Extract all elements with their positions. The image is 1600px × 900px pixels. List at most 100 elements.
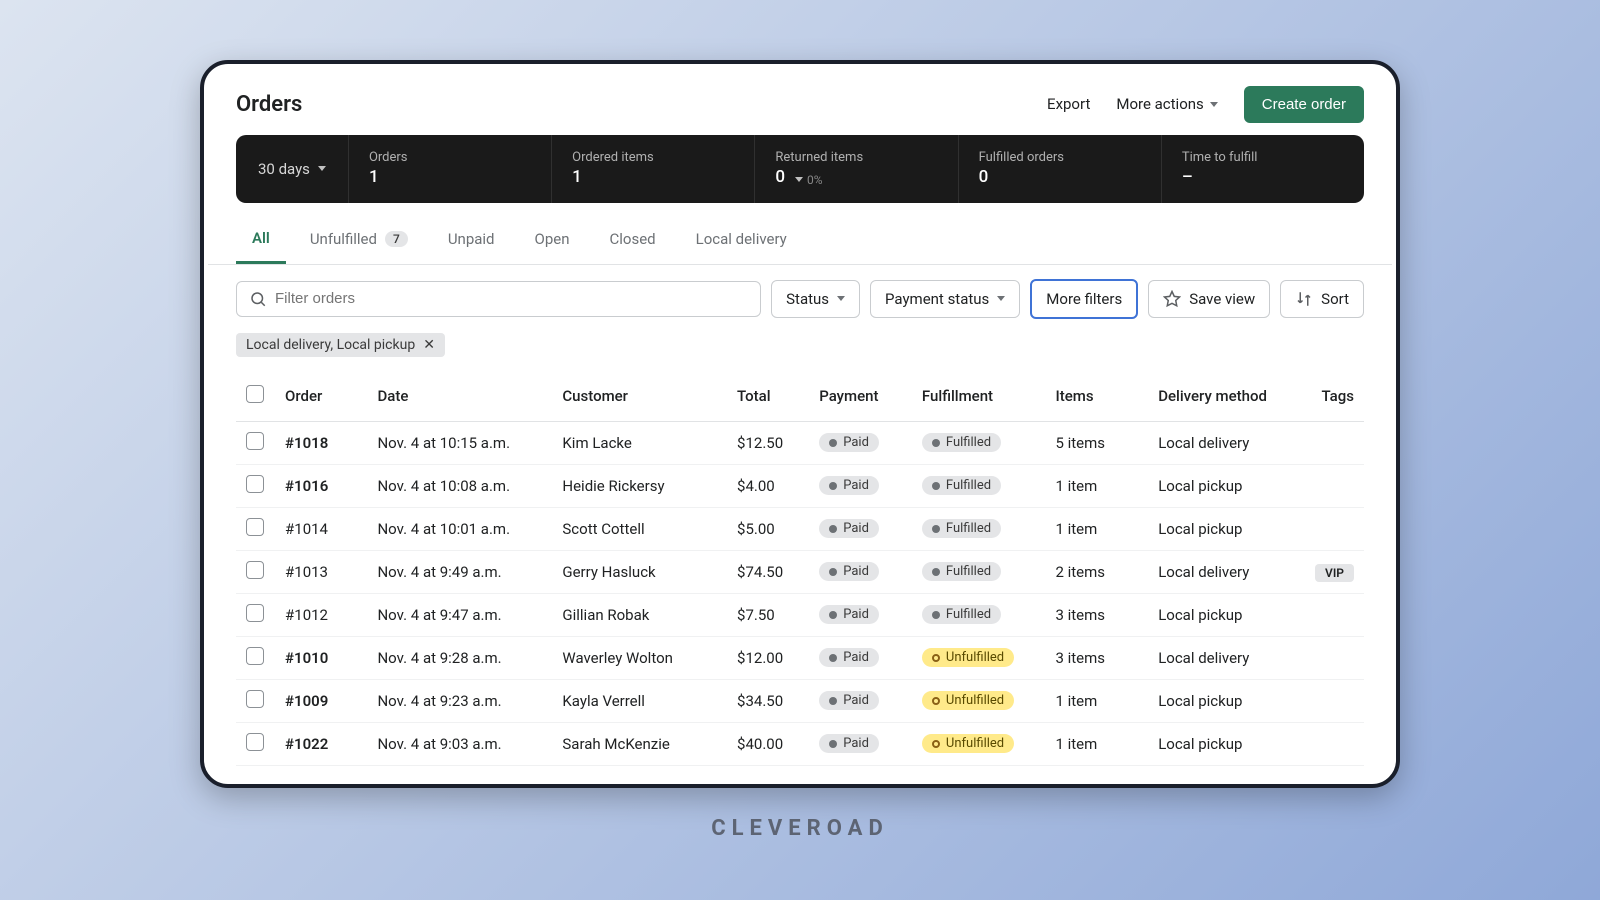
col-customer[interactable]: Customer bbox=[552, 373, 727, 422]
stat-cell[interactable]: Ordered items 1 bbox=[552, 135, 755, 203]
sort-button[interactable]: Sort bbox=[1280, 280, 1364, 318]
cell-customer: Scott Cottell bbox=[552, 507, 727, 550]
fulfillment-pill: Fulfilled bbox=[922, 433, 1001, 452]
row-checkbox[interactable] bbox=[246, 475, 264, 493]
stat-label: Orders bbox=[369, 150, 531, 165]
cell-order: #1022 bbox=[275, 722, 367, 765]
table-row[interactable]: #1010 Nov. 4 at 9:28 a.m. Waverley Wolto… bbox=[236, 636, 1364, 679]
select-all-checkbox[interactable] bbox=[246, 385, 264, 403]
stat-label: Ordered items bbox=[572, 150, 734, 165]
cell-total: $40.00 bbox=[727, 722, 809, 765]
create-order-button[interactable]: Create order bbox=[1244, 86, 1364, 123]
tab-unpaid[interactable]: Unpaid bbox=[432, 217, 511, 264]
more-filters-button[interactable]: More filters bbox=[1030, 279, 1138, 319]
cell-delivery: Local delivery bbox=[1148, 550, 1302, 593]
sort-icon bbox=[1295, 290, 1313, 308]
row-checkbox[interactable] bbox=[246, 690, 264, 708]
cell-date: Nov. 4 at 9:23 a.m. bbox=[367, 679, 552, 722]
cell-delivery: Local pickup bbox=[1148, 722, 1302, 765]
row-checkbox[interactable] bbox=[246, 518, 264, 536]
status-dot-icon bbox=[932, 525, 940, 533]
chevron-down-icon bbox=[318, 166, 326, 171]
orders-table: Order Date Customer Total Payment Fulfil… bbox=[236, 373, 1364, 766]
payment-pill: Paid bbox=[819, 562, 879, 581]
filter-chip[interactable]: Local delivery, Local pickup ✕ bbox=[236, 333, 445, 357]
period-selector[interactable]: 30 days bbox=[236, 135, 349, 203]
save-view-button[interactable]: Save view bbox=[1148, 280, 1270, 318]
tab-all[interactable]: All bbox=[236, 217, 286, 264]
col-date[interactable]: Date bbox=[367, 373, 552, 422]
tab-closed[interactable]: Closed bbox=[594, 217, 672, 264]
row-checkbox[interactable] bbox=[246, 561, 264, 579]
cell-delivery: Local pickup bbox=[1148, 679, 1302, 722]
col-tags[interactable]: Tags bbox=[1302, 373, 1364, 422]
status-dot-icon bbox=[932, 482, 940, 490]
col-total[interactable]: Total bbox=[727, 373, 809, 422]
payment-pill: Paid bbox=[819, 691, 879, 710]
status-dot-icon bbox=[829, 439, 837, 447]
stat-value: – bbox=[1182, 167, 1193, 187]
search-input[interactable] bbox=[275, 290, 748, 307]
star-icon bbox=[1163, 290, 1181, 308]
stat-label: Fulfilled orders bbox=[979, 150, 1141, 165]
stat-value: 1 bbox=[572, 167, 582, 187]
search-input-wrap[interactable] bbox=[236, 281, 761, 317]
stat-cell[interactable]: Returned items 00% bbox=[755, 135, 958, 203]
row-checkbox[interactable] bbox=[246, 647, 264, 665]
cell-date: Nov. 4 at 9:28 a.m. bbox=[367, 636, 552, 679]
row-checkbox[interactable] bbox=[246, 604, 264, 622]
tab-open[interactable]: Open bbox=[519, 217, 586, 264]
status-dot-icon bbox=[932, 611, 940, 619]
table-row[interactable]: #1022 Nov. 4 at 9:03 a.m. Sarah McKenzie… bbox=[236, 722, 1364, 765]
row-checkbox[interactable] bbox=[246, 432, 264, 450]
row-checkbox[interactable] bbox=[246, 733, 264, 751]
table-row[interactable]: #1009 Nov. 4 at 9:23 a.m. Kayla Verrell … bbox=[236, 679, 1364, 722]
save-view-label: Save view bbox=[1189, 290, 1255, 308]
cell-date: Nov. 4 at 9:03 a.m. bbox=[367, 722, 552, 765]
table-row[interactable]: #1014 Nov. 4 at 10:01 a.m. Scott Cottell… bbox=[236, 507, 1364, 550]
payment-status-filter[interactable]: Payment status bbox=[870, 280, 1020, 318]
col-delivery[interactable]: Delivery method bbox=[1148, 373, 1302, 422]
search-icon bbox=[249, 290, 267, 308]
stat-cell[interactable]: Fulfilled orders 0 bbox=[959, 135, 1162, 203]
more-actions-menu[interactable]: More actions bbox=[1116, 95, 1217, 113]
period-label: 30 days bbox=[258, 160, 310, 178]
chevron-down-icon bbox=[997, 296, 1005, 301]
cell-customer: Heidie Rickersy bbox=[552, 464, 727, 507]
stat-label: Returned items bbox=[775, 150, 937, 165]
tab-unfulfilled[interactable]: Unfulfilled7 bbox=[294, 217, 424, 264]
page-header: Orders Export More actions Create order bbox=[208, 68, 1392, 135]
table-row[interactable]: #1012 Nov. 4 at 9:47 a.m. Gillian Robak … bbox=[236, 593, 1364, 636]
cell-delivery: Local pickup bbox=[1148, 593, 1302, 636]
stat-cell[interactable]: Time to fulfill – bbox=[1162, 135, 1364, 203]
tab-label: Local delivery bbox=[696, 230, 787, 248]
table-row[interactable]: #1018 Nov. 4 at 10:15 a.m. Kim Lacke $12… bbox=[236, 421, 1364, 464]
payment-pill: Paid bbox=[819, 433, 879, 452]
table-row[interactable]: #1013 Nov. 4 at 9:49 a.m. Gerry Hasluck … bbox=[236, 550, 1364, 593]
chevron-down-icon bbox=[837, 296, 845, 301]
fulfillment-pill: Fulfilled bbox=[922, 476, 1001, 495]
cell-total: $74.50 bbox=[727, 550, 809, 593]
payment-pill: Paid bbox=[819, 648, 879, 667]
cell-total: $4.00 bbox=[727, 464, 809, 507]
page-title: Orders bbox=[236, 92, 302, 117]
tab-count-badge: 7 bbox=[385, 231, 408, 247]
col-fulfill[interactable]: Fulfillment bbox=[912, 373, 1046, 422]
status-dot-icon bbox=[829, 525, 837, 533]
export-link[interactable]: Export bbox=[1047, 95, 1090, 113]
stat-cell[interactable]: Orders 1 bbox=[349, 135, 552, 203]
col-order[interactable]: Order bbox=[275, 373, 367, 422]
col-items[interactable]: Items bbox=[1045, 373, 1148, 422]
close-icon[interactable]: ✕ bbox=[423, 337, 435, 353]
payment-pill: Paid bbox=[819, 734, 879, 753]
stat-value: 0 bbox=[775, 167, 785, 187]
col-payment[interactable]: Payment bbox=[809, 373, 912, 422]
filter-bar: Status Payment status More filters Save … bbox=[208, 265, 1392, 325]
table-row[interactable]: #1016 Nov. 4 at 10:08 a.m. Heidie Ricker… bbox=[236, 464, 1364, 507]
cell-items: 3 items bbox=[1045, 636, 1148, 679]
cell-items: 1 item bbox=[1045, 722, 1148, 765]
status-filter[interactable]: Status bbox=[771, 280, 860, 318]
cell-order: #1014 bbox=[275, 507, 367, 550]
tab-local-delivery[interactable]: Local delivery bbox=[680, 217, 803, 264]
fulfillment-pill: Fulfilled bbox=[922, 562, 1001, 581]
